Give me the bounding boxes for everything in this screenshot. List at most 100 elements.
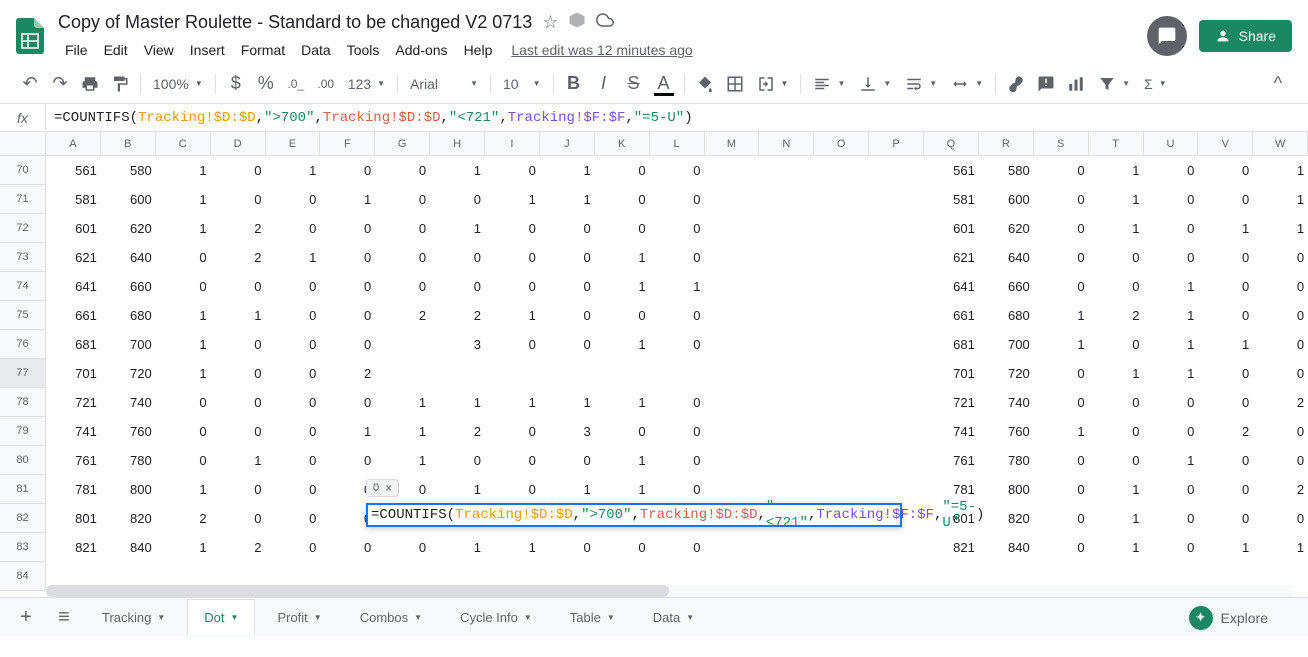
cell[interactable]: 1	[595, 272, 650, 301]
v-align-dropdown[interactable]: ▼	[853, 72, 897, 96]
cell[interactable]: 0	[1034, 272, 1089, 301]
h-align-dropdown[interactable]: ▼	[807, 72, 851, 96]
cell[interactable]: 1	[1034, 301, 1089, 330]
cell[interactable]: 1	[1089, 359, 1144, 388]
cell[interactable]: 0	[430, 185, 485, 214]
cell[interactable]: 1	[430, 475, 485, 504]
cell[interactable]: 1	[156, 301, 211, 330]
cell[interactable]: 0	[1034, 533, 1089, 562]
cell[interactable]	[869, 330, 924, 359]
cell[interactable]: 0	[1089, 243, 1144, 272]
cell[interactable]: 0	[1034, 214, 1089, 243]
cell[interactable]: 620	[979, 214, 1034, 243]
menu-file[interactable]: File	[58, 38, 95, 62]
cell[interactable]	[814, 359, 869, 388]
row-header-81[interactable]: 81	[0, 475, 45, 504]
cell[interactable]: 0	[1144, 156, 1199, 185]
cell[interactable]: 701	[924, 359, 979, 388]
cell[interactable]	[814, 301, 869, 330]
col-header-P[interactable]: P	[869, 132, 924, 155]
cell[interactable]	[814, 417, 869, 446]
cell[interactable]: 0	[1034, 185, 1089, 214]
cell[interactable]: 1	[1034, 330, 1089, 359]
cell[interactable]: 0	[650, 330, 705, 359]
cell[interactable]: 2	[211, 243, 266, 272]
cell[interactable]	[759, 185, 814, 214]
sheets-logo[interactable]	[10, 16, 50, 56]
cell[interactable]: 2	[211, 214, 266, 243]
cell[interactable]: 721	[46, 388, 101, 417]
cell[interactable]: 720	[979, 359, 1034, 388]
cell[interactable]: 0	[320, 214, 375, 243]
cell[interactable]: 0	[1089, 330, 1144, 359]
row-header-83[interactable]: 83	[0, 533, 45, 562]
cell[interactable]: 0	[1144, 388, 1199, 417]
cell[interactable]: 0	[320, 272, 375, 301]
cell[interactable]: 1	[430, 533, 485, 562]
cell[interactable]: 0	[1198, 243, 1253, 272]
zoom-dropdown[interactable]: 100%▼	[147, 72, 209, 96]
cell[interactable]: 741	[924, 417, 979, 446]
cell[interactable]: 1	[1144, 359, 1199, 388]
cell[interactable]: 0	[485, 330, 540, 359]
cell[interactable]	[485, 359, 540, 388]
cell[interactable]: 0	[430, 446, 485, 475]
comment-button[interactable]	[1032, 70, 1060, 98]
cell[interactable]	[759, 446, 814, 475]
cell[interactable]: 1	[485, 533, 540, 562]
cell[interactable]: 701	[46, 359, 101, 388]
cell[interactable]	[814, 156, 869, 185]
col-header-L[interactable]: L	[650, 132, 705, 155]
wrap-dropdown[interactable]: ▼	[899, 72, 943, 96]
cell[interactable]	[759, 533, 814, 562]
cell[interactable]: 1	[430, 214, 485, 243]
cell[interactable]: 1	[320, 417, 375, 446]
menu-view[interactable]: View	[137, 38, 181, 62]
cell[interactable]: 0	[320, 388, 375, 417]
cell[interactable]: 761	[924, 446, 979, 475]
cell[interactable]: 760	[101, 417, 156, 446]
cell[interactable]	[705, 214, 760, 243]
col-header-A[interactable]: A	[46, 132, 101, 155]
cell[interactable]: 0	[1253, 272, 1308, 301]
cell[interactable]: 0	[650, 475, 705, 504]
cell[interactable]: 680	[979, 301, 1034, 330]
cell[interactable]: 1	[650, 272, 705, 301]
col-header-J[interactable]: J	[540, 132, 595, 155]
col-header-C[interactable]: C	[156, 132, 211, 155]
cell[interactable]: 0	[485, 156, 540, 185]
cell[interactable]: 1	[211, 446, 266, 475]
cell[interactable]: 0	[1144, 214, 1199, 243]
cell[interactable]: 581	[924, 185, 979, 214]
cell[interactable]: 0	[540, 243, 595, 272]
cell[interactable]: 0	[1089, 272, 1144, 301]
sheet-tab-cycle-info[interactable]: Cycle Info▼	[444, 600, 548, 636]
cell[interactable]: 0	[211, 388, 266, 417]
menu-tools[interactable]: Tools	[340, 38, 387, 62]
row-header-75[interactable]: 75	[0, 301, 45, 330]
col-header-G[interactable]: G	[375, 132, 430, 155]
cell[interactable]: 0	[485, 272, 540, 301]
col-header-N[interactable]: N	[759, 132, 814, 155]
cell[interactable]: 581	[46, 185, 101, 214]
last-edit-link[interactable]: Last edit was 12 minutes ago	[511, 42, 692, 58]
cell[interactable]: 740	[979, 388, 1034, 417]
cell[interactable]: 0	[1034, 446, 1089, 475]
row-header-71[interactable]: 71	[0, 185, 45, 214]
cell[interactable]: 0	[540, 214, 595, 243]
cell[interactable]: 1	[156, 185, 211, 214]
cell[interactable]: 0	[156, 417, 211, 446]
menu-help[interactable]: Help	[457, 38, 500, 62]
cell[interactable]: 641	[46, 272, 101, 301]
cell[interactable]: 0	[1034, 243, 1089, 272]
cell[interactable]	[869, 417, 924, 446]
cell[interactable]: 0	[1198, 388, 1253, 417]
cell[interactable]: 0	[266, 504, 321, 533]
cell[interactable]: 821	[46, 533, 101, 562]
cell[interactable]: 0	[320, 301, 375, 330]
cell[interactable]: 1	[1253, 533, 1308, 562]
cell[interactable]	[814, 185, 869, 214]
cell[interactable]: 1	[1253, 214, 1308, 243]
cell[interactable]: 0	[1144, 533, 1199, 562]
cell[interactable]	[705, 185, 760, 214]
